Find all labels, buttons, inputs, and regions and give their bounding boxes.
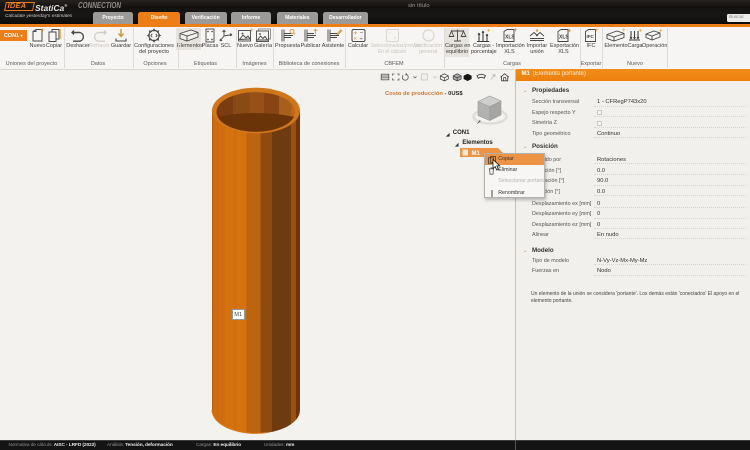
svg-text:+: +: [595, 28, 599, 34]
svg-text:XLS: XLS: [559, 35, 569, 41]
svg-text:+: +: [659, 29, 663, 35]
svg-text:M1: M1: [472, 151, 481, 157]
svg-text:+: +: [487, 29, 491, 35]
svg-text:×: ×: [353, 37, 357, 43]
svg-text:×: ×: [393, 36, 397, 42]
svg-text:+: +: [388, 31, 392, 37]
svg-text:XLS: XLS: [505, 35, 515, 41]
svg-text:IFC: IFC: [587, 34, 595, 39]
